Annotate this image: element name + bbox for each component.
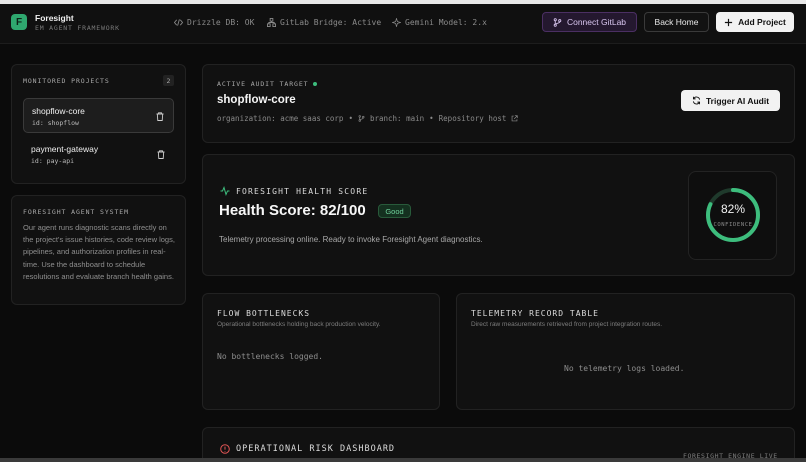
status-text: Drizzle DB: OK [187,18,255,27]
external-link-icon[interactable] [511,115,519,122]
telemetry-subtitle: Direct raw measurements retrieved from p… [471,321,663,328]
operational-risk-title: OPERATIONAL RISK DASHBOARD [236,444,396,454]
telemetry-empty: No telemetry logs loaded. [564,364,685,373]
status-drizzle-db: Drizzle DB: OK [174,18,254,27]
status-gemini-model: Gemini Model: 2.x [392,18,487,27]
audit-label: ACTIVE AUDIT TARGET [217,80,309,88]
status-text: GitLab Bridge: Active [280,18,382,27]
agent-system-description: Our agent runs diagnostic scans directly… [23,223,175,281]
project-name: shopflow-core [32,106,85,116]
health-score-title-row: FORESIGHT HEALTH SCORE [220,186,368,196]
brand-name: Foresight [35,13,74,23]
network-icon [267,18,276,27]
brand-subtitle: EM AGENT FRAMEWORK [35,24,120,32]
logo[interactable]: F [11,14,27,30]
back-home-button[interactable]: Back Home [644,12,709,32]
bottom-edge [0,458,806,462]
status-gitlab-bridge: GitLab Bridge: Active [267,18,381,27]
confidence-label: CONFIDENCE [713,222,753,228]
live-status-dot [313,82,318,86]
flow-bottlenecks-title: FLOW BOTTLENECKS [217,309,311,318]
audit-meta-row: organization: acme saas corp • branch: m… [217,114,519,123]
activity-icon [220,186,230,196]
projects-count-badge: 2 [163,75,174,86]
trigger-ai-audit-button[interactable]: Trigger AI Audit [681,90,780,111]
trash-icon[interactable] [157,150,165,159]
project-name: payment-gateway [31,144,99,154]
add-project-label: Add Project [738,17,786,27]
refresh-icon [692,96,701,105]
git-branch-icon [358,115,365,122]
meta-separator: • [429,114,434,123]
alert-circle-icon [220,444,230,454]
git-branch-icon [553,17,562,27]
meta-separator: • [348,114,353,123]
sparkle-icon [392,18,401,27]
audit-label-row: ACTIVE AUDIT TARGET [217,80,318,88]
connect-gitlab-button[interactable]: Connect GitLab [542,12,637,32]
agent-system-title: FORESIGHT AGENT SYSTEM [23,208,129,216]
flow-bottlenecks-subtitle: Operational bottlenecks holding back pro… [217,321,381,328]
health-score-value: Health Score: 82/100 [219,202,366,219]
trash-icon[interactable] [156,112,164,121]
repository-host-link[interactable]: Repository host [439,114,507,123]
trigger-ai-audit-label: Trigger AI Audit [705,95,770,106]
confidence-value: 82% [720,202,746,216]
status-text: Gemini Model: 2.x [405,18,487,27]
add-project-button[interactable]: Add Project [716,12,794,32]
projects-title: MONITORED PROJECTS [23,77,110,85]
code-icon [174,19,183,26]
project-id: id: pay-api [31,157,75,165]
project-item-shopflow-core[interactable]: shopflow-core id: shopflow [23,98,174,133]
audit-branch: branch: main [369,114,425,123]
project-item-payment-gateway[interactable]: payment-gateway id: pay-api [23,137,174,172]
health-description: Telemetry processing online. Ready to in… [219,235,483,244]
top-header: F Foresight EM AGENT FRAMEWORK Drizzle D… [0,0,806,44]
project-id: id: shopflow [32,119,79,127]
back-home-label: Back Home [654,17,699,27]
connect-gitlab-label: Connect GitLab [566,17,627,27]
audit-organization: organization: acme saas corp [217,114,344,123]
plus-icon [725,18,733,26]
health-status-badge: Good [378,204,411,218]
health-score-title: FORESIGHT HEALTH SCORE [236,186,369,196]
flow-bottlenecks-empty: No bottlenecks logged. [217,352,323,361]
audit-project-title: shopflow-core [217,94,296,106]
telemetry-title: TELEMETRY RECORD TABLE [471,309,599,318]
